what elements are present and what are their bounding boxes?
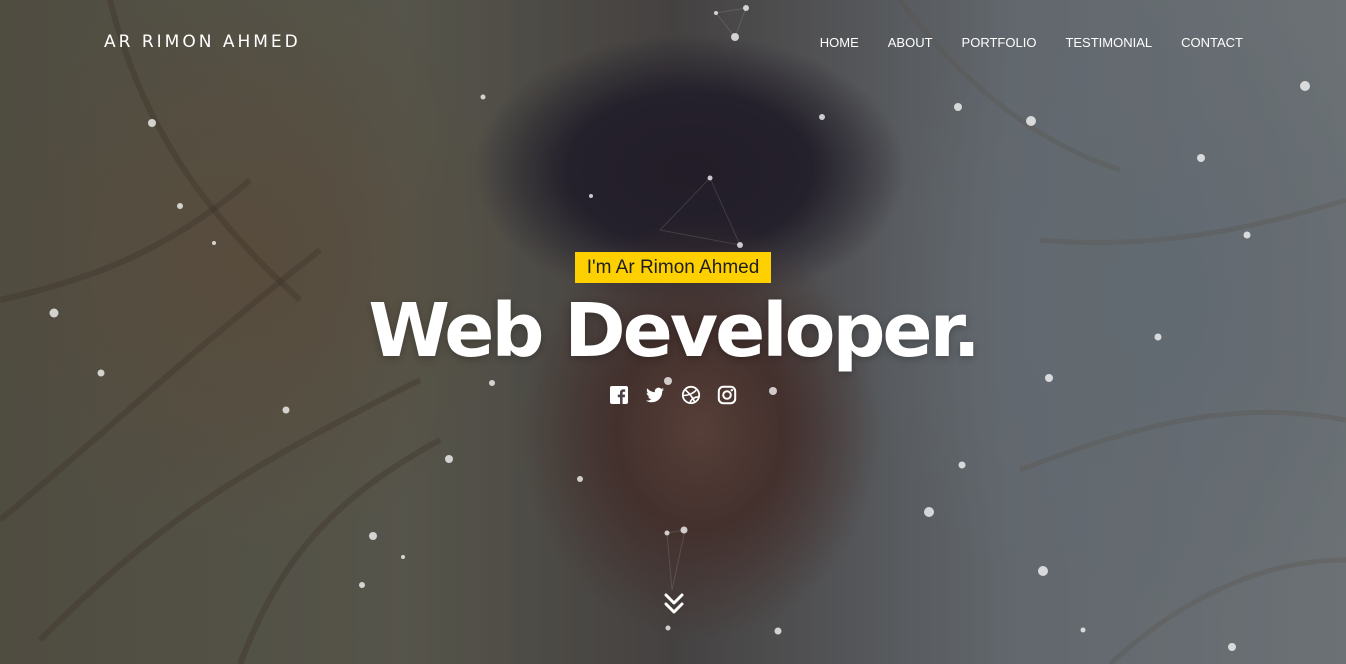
nav-home-link[interactable]: HOME [820, 35, 859, 50]
brand-logo[interactable]: AR RIMON AHMED [104, 32, 301, 52]
main-nav: HOME ABOUT PORTFOLIO TESTIMONIAL CONTACT [820, 34, 1243, 52]
nav-portfolio-link[interactable]: PORTFOLIO [962, 35, 1037, 50]
top-navbar: AR RIMON AHMED HOME ABOUT PORTFOLIO TEST… [0, 0, 1346, 84]
instagram-icon[interactable] [717, 385, 737, 405]
hero-section: AR RIMON AHMED HOME ABOUT PORTFOLIO TEST… [0, 0, 1346, 664]
double-chevron-down-icon[interactable] [663, 592, 685, 618]
nav-about-link[interactable]: ABOUT [888, 35, 933, 50]
twitter-icon[interactable] [645, 385, 665, 405]
hero-headline: Web Developer. [368, 288, 980, 374]
social-links [0, 385, 1346, 405]
hero-intro: I'm Ar Rimon Ahmed Web Developer. [0, 252, 1346, 405]
facebook-icon[interactable] [609, 385, 629, 405]
nav-testimonial-link[interactable]: TESTIMONIAL [1065, 35, 1152, 50]
hero-tagline: I'm Ar Rimon Ahmed [574, 252, 772, 283]
nav-contact-link[interactable]: CONTACT [1181, 35, 1243, 50]
dribbble-icon[interactable] [681, 385, 701, 405]
